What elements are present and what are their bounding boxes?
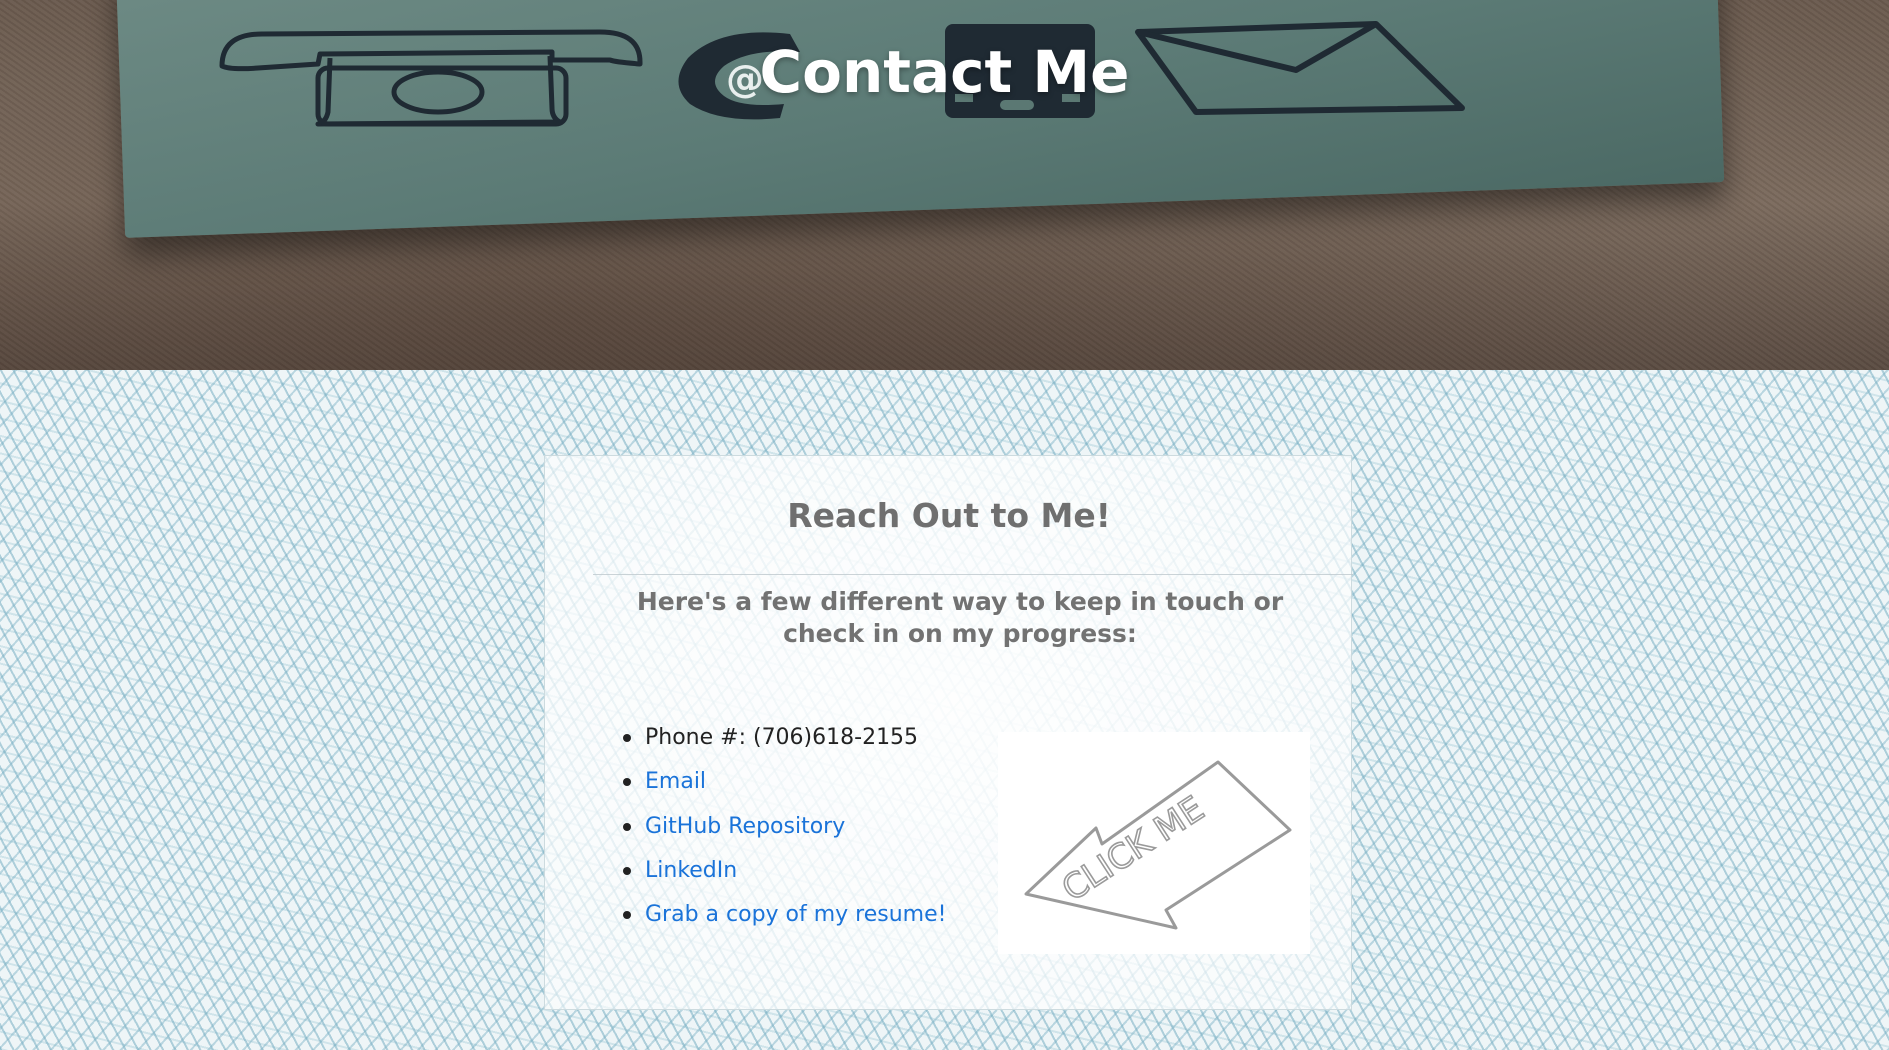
resume-link[interactable]: Grab a copy of my resume!	[645, 902, 946, 927]
email-link[interactable]: Email	[645, 769, 706, 794]
panel-heading: Reach Out to Me!	[787, 496, 1111, 535]
list-item-email: Email	[623, 767, 946, 811]
linkedin-link[interactable]: LinkedIn	[645, 858, 737, 883]
bullet-icon	[623, 866, 631, 875]
panel-subheading: Here's a few different way to keep in to…	[636, 587, 1284, 648]
list-item-phone: Phone #: (706)618-2155	[623, 723, 946, 767]
arrow-icon: CLICK ME	[1024, 760, 1292, 930]
bullet-icon	[623, 734, 631, 742]
page-title: Contact Me	[759, 38, 1130, 106]
github-link[interactable]: GitHub Repository	[645, 814, 845, 839]
list-item-linkedin: LinkedIn	[623, 856, 946, 900]
bullet-icon	[623, 911, 631, 920]
bullet-icon	[623, 822, 631, 831]
contact-list: Phone #: (706)618-2155 Email GitHub Repo…	[623, 723, 946, 944]
list-item-github: GitHub Repository	[623, 812, 946, 856]
contact-panel: Reach Out to Me! Here's a few different …	[544, 455, 1353, 1010]
bullet-icon	[623, 778, 631, 787]
phone-number: Phone #: (706)618-2155	[645, 725, 919, 750]
divider	[593, 574, 1353, 575]
list-item-resume: Grab a copy of my resume!	[623, 900, 946, 944]
hero-banner: @ Contact Me	[0, 0, 1889, 370]
click-me-image[interactable]: CLICK ME	[998, 732, 1310, 954]
